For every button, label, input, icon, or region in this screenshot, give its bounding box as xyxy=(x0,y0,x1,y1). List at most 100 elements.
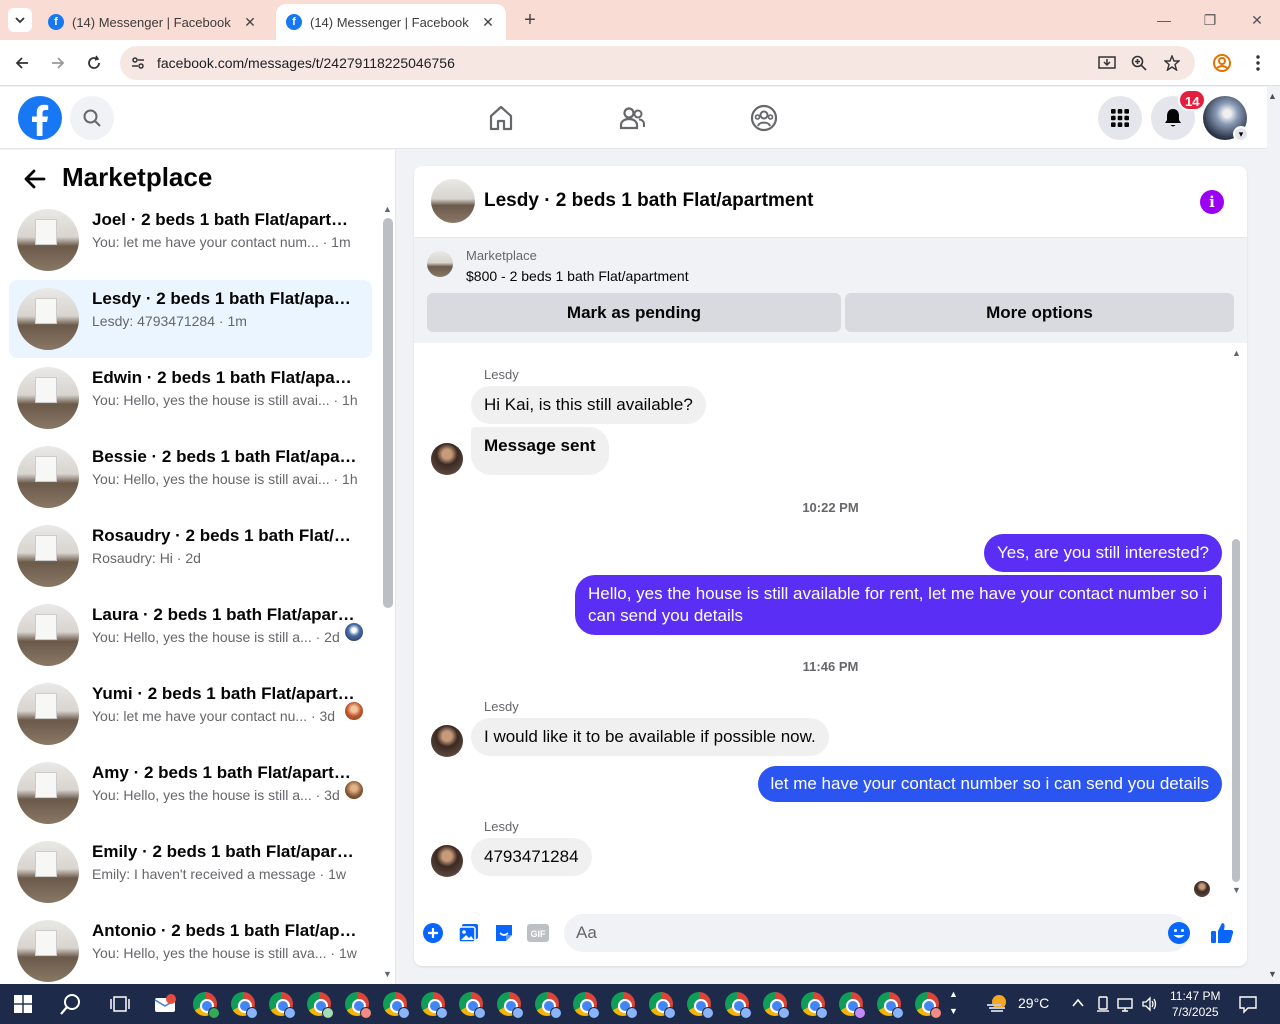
scroll-up-arrow-icon[interactable]: ▲ xyxy=(383,204,392,214)
bookmark-star-icon[interactable] xyxy=(1162,53,1182,73)
chrome-profile-icon[interactable] xyxy=(269,992,296,1019)
clock-date: 7/3/2025 xyxy=(1171,1005,1219,1019)
action-center-icon[interactable] xyxy=(1238,994,1258,1014)
timestamp: 11:46 PM xyxy=(802,659,859,674)
message-bubble-incoming: I would like it to be available if possi… xyxy=(471,718,829,756)
groups-nav-button[interactable] xyxy=(747,101,781,135)
back-button[interactable] xyxy=(10,51,34,75)
conversation-item-yumi[interactable]: Yumi · 2 beds 1 bath Flat/apartment You:… xyxy=(9,675,372,753)
task-view-icon[interactable] xyxy=(110,994,130,1014)
temperature[interactable]: 29°C xyxy=(1018,995,1049,1011)
chrome-profile-icon[interactable] xyxy=(763,992,790,1019)
close-window-button[interactable]: ✕ xyxy=(1245,8,1269,32)
conversation-item-lesdy[interactable]: Lesdy · 2 beds 1 bath Flat/apartment Les… xyxy=(9,280,372,358)
chrome-profile-icon[interactable] xyxy=(801,992,828,1019)
minimize-window-button[interactable]: — xyxy=(1152,8,1176,32)
weather-icon[interactable] xyxy=(985,994,1011,1014)
browser-tab-2[interactable]: f (14) Messenger | Facebook ✕ xyxy=(276,4,506,40)
taskbar-overflow-arrows-icon[interactable]: ▲ ▼ xyxy=(949,986,958,1020)
menu-button[interactable] xyxy=(1098,96,1142,140)
photo-icon[interactable] xyxy=(457,921,481,945)
browser-tab-1[interactable]: f (14) Messenger | Facebook ✕ xyxy=(38,4,268,40)
search-button[interactable] xyxy=(70,96,114,140)
info-icon[interactable]: i xyxy=(1200,190,1224,214)
site-settings-icon[interactable] xyxy=(128,53,148,73)
conversation-item-bessie[interactable]: Bessie · 2 beds 1 bath Flat/apartment Yo… xyxy=(9,438,372,516)
chat-scrollbar[interactable] xyxy=(1232,539,1240,882)
chrome-profile-icon[interactable] xyxy=(649,992,676,1019)
facebook-logo-icon[interactable] xyxy=(18,96,62,140)
system-clock[interactable]: 11:47 PM 7/3/2025 xyxy=(1170,988,1220,1020)
taskbar-search-icon[interactable] xyxy=(60,993,82,1015)
windows-start-icon[interactable] xyxy=(14,995,32,1013)
kebab-menu-icon xyxy=(1256,55,1260,71)
more-options-button[interactable]: More options xyxy=(845,293,1234,332)
restore-window-button[interactable]: ❐ xyxy=(1198,8,1222,32)
chrome-profile-icon[interactable] xyxy=(421,992,448,1019)
page-scroll-down-arrow-icon[interactable]: ▼ xyxy=(1268,969,1277,979)
close-tab-icon[interactable]: ✕ xyxy=(480,14,496,31)
device-icon[interactable] xyxy=(1095,996,1111,1012)
plus-circle-icon[interactable] xyxy=(421,921,445,945)
chrome-profile-icon[interactable] xyxy=(231,992,258,1019)
chrome-profile-icon[interactable] xyxy=(459,992,486,1019)
install-app-icon[interactable] xyxy=(1097,53,1117,73)
chrome-profile-icon[interactable] xyxy=(383,992,410,1019)
chrome-profile-icon[interactable] xyxy=(725,992,752,1019)
gif-icon[interactable]: GIF xyxy=(526,921,550,945)
marketplace-label: Marketplace xyxy=(466,248,537,263)
chrome-profile-icon[interactable] xyxy=(573,992,600,1019)
conversation-item-edwin[interactable]: Edwin · 2 beds 1 bath Flat/apartment You… xyxy=(9,359,372,437)
chat-title[interactable]: Lesdy · 2 beds 1 bath Flat/apartment xyxy=(484,190,813,212)
tab-search-menu-button[interactable] xyxy=(8,8,32,32)
friends-nav-button[interactable] xyxy=(615,101,649,135)
back-arrow-icon[interactable] xyxy=(22,166,48,192)
scroll-down-arrow-icon[interactable]: ▼ xyxy=(1232,885,1241,895)
message-input[interactable] xyxy=(564,914,1189,952)
tray-expand-icon[interactable] xyxy=(1071,996,1085,1010)
volume-icon[interactable] xyxy=(1141,996,1159,1012)
reload-button[interactable] xyxy=(82,51,106,75)
chat-avatar[interactable] xyxy=(431,179,475,223)
chrome-profile-icon[interactable] xyxy=(611,992,638,1019)
account-chevron-icon[interactable]: ▾ xyxy=(1233,126,1249,142)
emoji-icon[interactable] xyxy=(1167,921,1191,945)
chrome-profile-icon[interactable] xyxy=(193,992,220,1019)
listing-thumbnail[interactable] xyxy=(427,251,453,277)
browser-menu-button[interactable] xyxy=(1246,51,1270,75)
page-scroll-up-arrow-icon[interactable]: ▲ xyxy=(1268,91,1277,101)
chrome-profile-icon[interactable] xyxy=(687,992,714,1019)
scroll-up-arrow-icon[interactable]: ▲ xyxy=(1232,348,1241,358)
forward-button[interactable] xyxy=(46,51,70,75)
chrome-profile-icon[interactable] xyxy=(839,992,866,1019)
chrome-profile-icon[interactable] xyxy=(877,992,904,1019)
thumbs-up-icon[interactable] xyxy=(1210,921,1234,945)
listing-price-title[interactable]: $800 - 2 beds 1 bath Flat/apartment xyxy=(466,268,689,284)
chrome-profile-icon[interactable] xyxy=(345,992,372,1019)
chrome-profile-icon[interactable] xyxy=(307,992,334,1019)
close-tab-icon[interactable]: ✕ xyxy=(242,14,258,31)
zoom-icon[interactable] xyxy=(1129,53,1149,73)
chrome-profile-icon[interactable] xyxy=(535,992,562,1019)
home-nav-button[interactable] xyxy=(484,101,518,135)
conversation-list-scrollbar[interactable] xyxy=(383,218,393,608)
sticker-icon[interactable] xyxy=(492,921,516,945)
omnibox[interactable]: facebook.com/messages/t/2427911822504675… xyxy=(120,46,1195,80)
read-receipt-avatar xyxy=(1194,881,1210,897)
chrome-profile-icon[interactable] xyxy=(915,992,942,1019)
mail-app-icon[interactable] xyxy=(153,992,179,1016)
conversation-item-laura[interactable]: Laura · 2 beds 1 bath Flat/apartment You… xyxy=(9,596,372,674)
conversation-item-rosaudry[interactable]: Rosaudry · 2 beds 1 bath Flat/apartment … xyxy=(9,517,372,595)
profile-button[interactable] xyxy=(1210,51,1234,75)
conversation-item-joel[interactable]: Joel · 2 beds 1 bath Flat/apartment You:… xyxy=(9,201,372,279)
sender-avatar xyxy=(431,845,463,877)
mark-as-pending-button[interactable]: Mark as pending xyxy=(427,293,841,332)
conversation-item-amy[interactable]: Amy · 2 beds 1 bath Flat/apartment You: … xyxy=(9,754,372,832)
profile-icon xyxy=(1213,54,1231,72)
scroll-down-arrow-icon[interactable]: ▼ xyxy=(383,969,392,979)
conversation-item-antonio[interactable]: Antonio · 2 beds 1 bath Flat/apartment Y… xyxy=(9,912,372,982)
network-icon[interactable] xyxy=(1117,996,1135,1012)
chrome-profile-icon[interactable] xyxy=(497,992,524,1019)
new-tab-button[interactable]: + xyxy=(519,10,541,32)
conversation-item-emily[interactable]: Emily · 2 beds 1 bath Flat/apartment Emi… xyxy=(9,833,372,911)
